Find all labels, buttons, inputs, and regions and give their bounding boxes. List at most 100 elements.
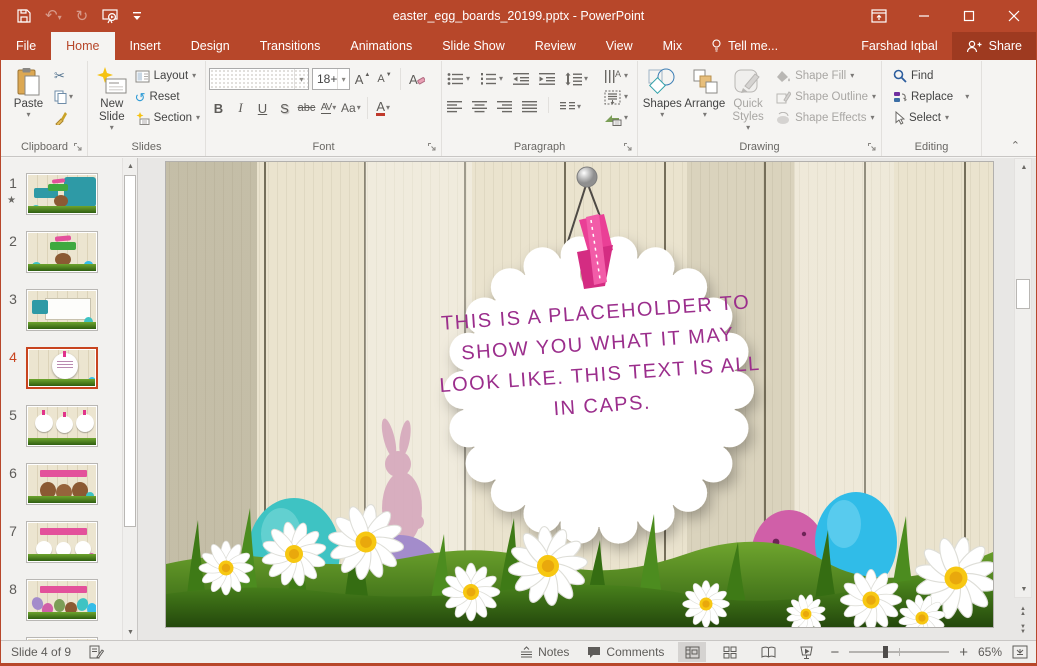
zoom-level[interactable]: 65%	[978, 645, 1002, 659]
slide-thumbnail-4-selected[interactable]	[26, 347, 98, 389]
previous-slide-button[interactable]: ▲▲	[1014, 604, 1032, 620]
tab-transitions[interactable]: Transitions	[245, 32, 336, 60]
change-case-button[interactable]: Aa▾	[341, 98, 361, 118]
increase-indent-button[interactable]	[537, 69, 557, 89]
strikethrough-button[interactable]: abc	[297, 98, 316, 118]
thumbnail-scrollbar[interactable]: ▲ ▼	[122, 158, 137, 640]
notes-pen-icon[interactable]	[89, 645, 104, 659]
next-slide-button[interactable]: ▼▼	[1014, 622, 1032, 638]
tab-home[interactable]: Home	[51, 32, 114, 60]
justify-button[interactable]	[520, 97, 539, 117]
align-left-button[interactable]	[445, 97, 464, 117]
columns-button[interactable]: ▾	[558, 97, 583, 117]
account-name[interactable]: Farshad Iqbal	[847, 32, 951, 60]
slide-thumbnail-1[interactable]	[26, 173, 98, 215]
tab-slide-show[interactable]: Slide Show	[427, 32, 520, 60]
new-slide-button[interactable]: New Slide ▾	[91, 63, 133, 132]
minimize-button[interactable]	[901, 0, 946, 32]
quick-styles-button[interactable]: Quick Styles ▾	[726, 63, 770, 132]
slide-thumbnail-6[interactable]	[26, 463, 98, 505]
clear-formatting-button[interactable]: A	[407, 69, 426, 89]
decrease-indent-button[interactable]	[511, 69, 531, 89]
start-slideshow-icon[interactable]	[102, 9, 118, 24]
slide-editor[interactable]: THIS IS A PLACEHOLDER TO SHOW YOU WHAT I…	[166, 162, 993, 627]
comments-toggle[interactable]: Comments	[583, 645, 668, 659]
font-size-select[interactable]: 18+▾	[312, 68, 350, 90]
canvas-scrollbar-thumb[interactable]	[1016, 279, 1030, 309]
shape-effects-button[interactable]: Shape Effects▾	[774, 108, 878, 128]
thumbnail-scrollbar-thumb[interactable]	[124, 175, 136, 527]
font-name-select[interactable]: ▾	[209, 68, 309, 90]
notes-toggle[interactable]: Notes	[516, 645, 573, 659]
format-painter-button[interactable]	[52, 109, 75, 127]
close-button[interactable]	[991, 0, 1036, 32]
text-placeholder[interactable]: THIS IS A PLACEHOLDER TO SHOW YOU WHAT I…	[414, 286, 784, 435]
zoom-out-button[interactable]: −	[830, 644, 839, 661]
clipboard-dialog-launcher-icon[interactable]	[73, 142, 83, 152]
zoom-slider-thumb[interactable]	[883, 646, 888, 658]
tab-mix[interactable]: Mix	[648, 32, 697, 60]
align-text-button[interactable]: ▾	[602, 87, 630, 107]
replace-button[interactable]: Replace▾	[891, 87, 971, 107]
ribbon-display-options-icon[interactable]	[856, 0, 901, 32]
text-direction-button[interactable]: A▾	[602, 66, 630, 86]
numbering-button[interactable]: ▾	[478, 69, 505, 89]
copy-button[interactable]: ▾	[52, 88, 75, 106]
tab-animations[interactable]: Animations	[335, 32, 427, 60]
zoom-slider[interactable]	[849, 645, 949, 659]
character-spacing-button[interactable]: AV▾	[319, 98, 338, 118]
share-button[interactable]: Share	[952, 32, 1036, 60]
text-shadow-button[interactable]: S	[275, 98, 294, 118]
decrease-font-size-button[interactable]: A▼	[375, 69, 394, 89]
zoom-in-button[interactable]: +	[959, 644, 968, 661]
font-color-button[interactable]: A▾	[374, 98, 393, 118]
layout-button[interactable]: Layout▾	[133, 66, 202, 86]
tab-insert[interactable]: Insert	[115, 32, 176, 60]
align-right-button[interactable]	[495, 97, 514, 117]
normal-view-button[interactable]	[678, 642, 706, 662]
shape-outline-button[interactable]: Shape Outline▾	[774, 87, 878, 107]
scroll-up-icon[interactable]: ▲	[123, 158, 138, 174]
maximize-button[interactable]	[946, 0, 991, 32]
font-dialog-launcher-icon[interactable]	[427, 142, 437, 152]
cut-button[interactable]: ✂	[52, 67, 75, 85]
reading-view-button[interactable]	[754, 642, 782, 662]
find-button[interactable]: Find	[891, 66, 971, 86]
shapes-button[interactable]: Shapes ▾	[641, 63, 684, 119]
paragraph-dialog-launcher-icon[interactable]	[623, 142, 633, 152]
tab-view[interactable]: View	[591, 32, 648, 60]
reset-button[interactable]: ↺Reset	[133, 87, 202, 107]
save-icon[interactable]	[17, 9, 31, 23]
tab-file[interactable]: File	[1, 32, 51, 60]
slide-thumbnail-3[interactable]	[26, 289, 98, 331]
italic-button[interactable]: I	[231, 98, 250, 118]
drawing-dialog-launcher-icon[interactable]	[867, 142, 877, 152]
slide-thumbnail-7[interactable]	[26, 521, 98, 563]
bold-button[interactable]: B	[209, 98, 228, 118]
scroll-down-icon[interactable]: ▼	[123, 624, 138, 640]
tell-me-box[interactable]: Tell me...	[697, 32, 792, 60]
fit-slide-to-window-icon[interactable]	[1012, 645, 1028, 659]
paste-button[interactable]: Paste ▾	[5, 63, 52, 119]
collapse-ribbon-icon[interactable]: ⌃	[1011, 139, 1020, 152]
section-button[interactable]: Section▾	[133, 108, 202, 128]
scroll-up-icon[interactable]: ▲	[1015, 159, 1033, 175]
align-center-button[interactable]	[470, 97, 489, 117]
underline-button[interactable]: U	[253, 98, 272, 118]
shape-fill-button[interactable]: Shape Fill▾	[774, 66, 878, 86]
select-button[interactable]: Select▾	[891, 108, 971, 128]
increase-font-size-button[interactable]: A▲	[353, 69, 372, 89]
tab-design[interactable]: Design	[176, 32, 245, 60]
customize-qat-icon[interactable]	[132, 11, 142, 21]
slide-sorter-view-button[interactable]	[716, 642, 744, 662]
undo-icon[interactable]: ↶▾	[45, 8, 62, 25]
slide-thumbnail-2[interactable]	[26, 231, 98, 273]
bullets-button[interactable]: ▾	[445, 69, 472, 89]
arrange-button[interactable]: Arrange ▾	[684, 63, 727, 119]
canvas-scrollbar[interactable]: ▲ ▼	[1014, 158, 1032, 598]
redo-icon[interactable]: ↻	[76, 9, 89, 24]
slideshow-view-button[interactable]	[792, 642, 820, 662]
slide-thumbnail-5[interactable]	[26, 405, 98, 447]
tab-review[interactable]: Review	[520, 32, 591, 60]
scroll-down-icon[interactable]: ▼	[1015, 581, 1033, 597]
